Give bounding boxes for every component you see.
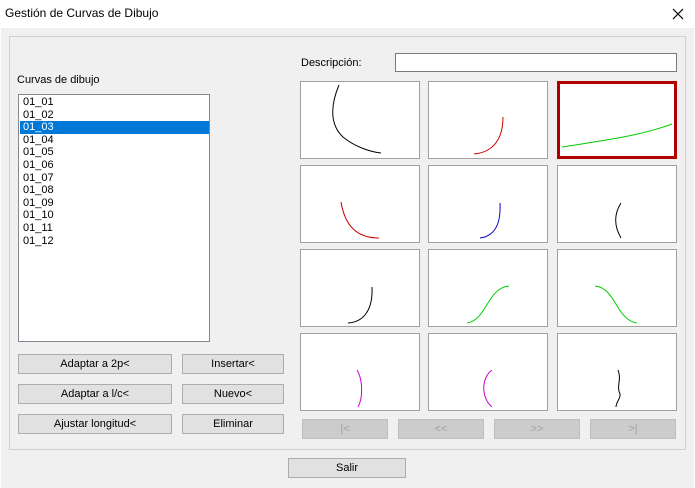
adjust-length-button[interactable]: Ajustar longitud< xyxy=(18,414,172,434)
curve-thumbnail[interactable] xyxy=(428,333,548,411)
list-item[interactable]: 01_09 xyxy=(20,197,209,210)
curve-thumbnail[interactable] xyxy=(557,165,677,243)
curves-listbox[interactable]: 01_01 01_02 01_03 01_04 01_05 01_06 01_0… xyxy=(18,94,210,342)
curve-thumbnail[interactable] xyxy=(300,333,420,411)
curve-thumbnail[interactable] xyxy=(300,249,420,327)
list-item[interactable]: 01_12 xyxy=(20,235,209,248)
list-item[interactable]: 01_04 xyxy=(20,134,209,147)
list-item-selected[interactable]: 01_03 xyxy=(20,121,209,134)
curve-line xyxy=(561,123,673,148)
curve-line xyxy=(594,285,638,324)
previous-button[interactable]: << xyxy=(398,419,484,439)
first-button[interactable]: |< xyxy=(302,419,388,439)
new-button[interactable]: Nuevo< xyxy=(182,384,284,404)
curve-line xyxy=(615,369,621,408)
curve-thumbnail[interactable] xyxy=(557,333,677,411)
curve-line xyxy=(347,286,373,324)
curve-thumbnail[interactable] xyxy=(428,81,548,159)
list-item[interactable]: 01_06 xyxy=(20,159,209,172)
curve-line xyxy=(615,202,622,239)
title-bar: Gestión de Curvas de Dibujo xyxy=(0,0,695,28)
list-item[interactable]: 01_02 xyxy=(20,109,209,122)
curves-label: Curvas de dibujo xyxy=(17,74,100,86)
curve-line xyxy=(356,369,363,408)
last-button[interactable]: >| xyxy=(590,419,676,439)
curve-line xyxy=(466,285,510,324)
list-item[interactable]: 01_01 xyxy=(20,96,209,109)
insert-button[interactable]: Insertar< xyxy=(182,354,284,374)
curve-thumbnail[interactable] xyxy=(428,249,548,327)
exit-button[interactable]: Salir xyxy=(288,458,406,478)
curve-line xyxy=(332,84,382,154)
description-input[interactable] xyxy=(395,53,677,72)
list-item[interactable]: 01_11 xyxy=(20,222,209,235)
description-label: Descripción: xyxy=(301,57,362,69)
close-icon xyxy=(672,8,684,20)
curve-thumbnail[interactable] xyxy=(557,249,677,327)
close-button[interactable] xyxy=(660,2,694,26)
curve-line xyxy=(479,202,501,239)
list-item[interactable]: 01_07 xyxy=(20,172,209,185)
adapt-lc-button[interactable]: Adaptar a l/c< xyxy=(18,384,172,404)
window-title: Gestión de Curvas de Dibujo xyxy=(5,6,159,20)
list-item[interactable]: 01_10 xyxy=(20,209,209,222)
curve-line xyxy=(483,369,493,408)
delete-button[interactable]: Eliminar xyxy=(182,414,284,434)
adapt-2p-button[interactable]: Adaptar a 2p< xyxy=(18,354,172,374)
next-button[interactable]: >> xyxy=(494,419,580,439)
curve-line xyxy=(340,201,380,239)
curve-thumbnail[interactable] xyxy=(428,165,548,243)
curve-thumbnail-selected[interactable] xyxy=(557,81,677,159)
list-item[interactable]: 01_05 xyxy=(20,146,209,159)
dialog-body: Curvas de dibujo 01_01 01_02 01_03 01_04… xyxy=(1,28,694,488)
curve-line xyxy=(473,116,504,155)
curve-thumbnail[interactable] xyxy=(300,81,420,159)
curve-thumbnail[interactable] xyxy=(300,165,420,243)
list-item[interactable]: 01_08 xyxy=(20,184,209,197)
